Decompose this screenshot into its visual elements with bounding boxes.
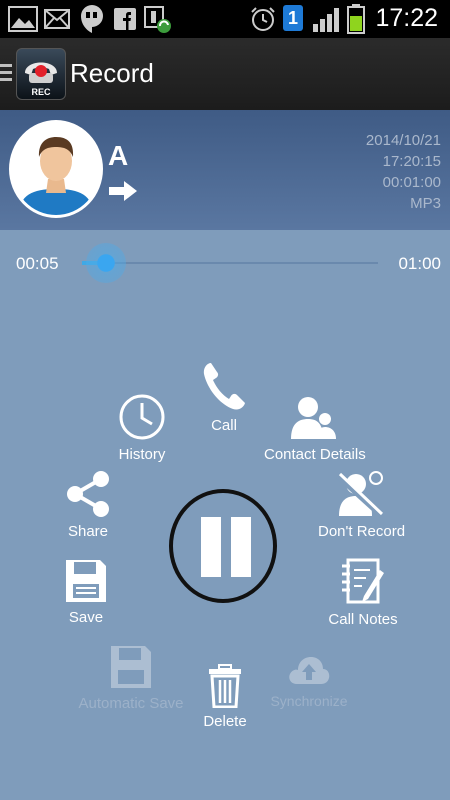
share-button[interactable]: Share [62, 470, 114, 540]
mail-icon [44, 9, 70, 29]
delete-label: Delete [203, 713, 247, 730]
call-label: Call [211, 417, 237, 434]
seek-bar[interactable] [82, 262, 378, 264]
status-clock: 17:22 [375, 4, 438, 32]
share-icon [67, 471, 109, 517]
call-info-card: A 2014/10/21 17:20:15 00:01:00 MP3 [0, 110, 450, 230]
save-button[interactable]: Save [62, 558, 110, 626]
pause-bar-right [231, 517, 251, 577]
contacts-icon [291, 397, 336, 439]
floppy-icon [111, 646, 151, 688]
seek-thumb[interactable] [85, 243, 126, 283]
cloud-upload-icon [289, 657, 330, 684]
notes-icon [342, 558, 384, 604]
call-date: 2014/10/21 [365, 132, 441, 149]
trash-icon [209, 664, 241, 709]
alarm-icon [251, 7, 275, 31]
status-bar: 1 17:22 [0, 0, 450, 38]
contact-details-label: Contact Details [264, 446, 366, 463]
history-label: History [118, 446, 166, 463]
pause-bar-left [201, 517, 221, 577]
automatic-save-button[interactable]: Automatic Save [68, 644, 194, 712]
no-record-icon [335, 471, 385, 519]
history-button[interactable]: History [112, 393, 172, 463]
synchronize-label: Synchronize [270, 693, 348, 709]
call-notes-button[interactable]: Call Notes [326, 556, 400, 628]
action-bar: REC Record [0, 38, 450, 112]
sync-icon [144, 6, 171, 33]
call-meta: 2014/10/21 17:20:15 00:01:00 MP3 [366, 130, 441, 214]
call-format: MP3 [410, 195, 441, 212]
battery-icon [347, 4, 365, 34]
hangouts-icon [81, 5, 103, 33]
person-icon [18, 137, 94, 215]
save-label: Save [68, 609, 104, 626]
app-icon-label: REC [31, 87, 51, 97]
floppy-icon [66, 560, 106, 602]
pause-button[interactable] [169, 489, 277, 603]
automatic-save-label: Automatic Save [78, 695, 184, 712]
elapsed-time: 00:05 [16, 254, 59, 273]
page-title: Record [70, 58, 154, 88]
total-time: 01:00 [398, 254, 441, 273]
gallery-icon [8, 6, 38, 32]
call-notes-label: Call Notes [328, 611, 398, 628]
call-button[interactable]: Call [196, 360, 252, 434]
dont-record-label: Don't Record [318, 523, 406, 540]
synchronize-button[interactable]: Synchronize [270, 652, 348, 709]
outgoing-arrow-icon [109, 181, 137, 201]
delete-button[interactable]: Delete [200, 664, 250, 730]
call-duration: 00:01:00 [382, 174, 441, 191]
sim-badge: 1 [283, 5, 303, 31]
share-label: Share [67, 523, 109, 540]
dont-record-button[interactable]: Don't Record [318, 470, 406, 540]
call-time: 17:20:15 [382, 153, 441, 170]
phone-record-icon: REC [25, 62, 57, 97]
nav-drawer-icon[interactable] [0, 64, 12, 85]
contact-details-button[interactable]: Contact Details [264, 395, 366, 463]
clock-icon [119, 394, 165, 440]
avatar[interactable] [9, 120, 103, 218]
app-logo[interactable]: REC [16, 48, 66, 100]
facebook-icon [114, 8, 136, 30]
signal-icon [313, 8, 339, 32]
phone-icon [203, 363, 245, 410]
contact-name: A [108, 140, 129, 171]
